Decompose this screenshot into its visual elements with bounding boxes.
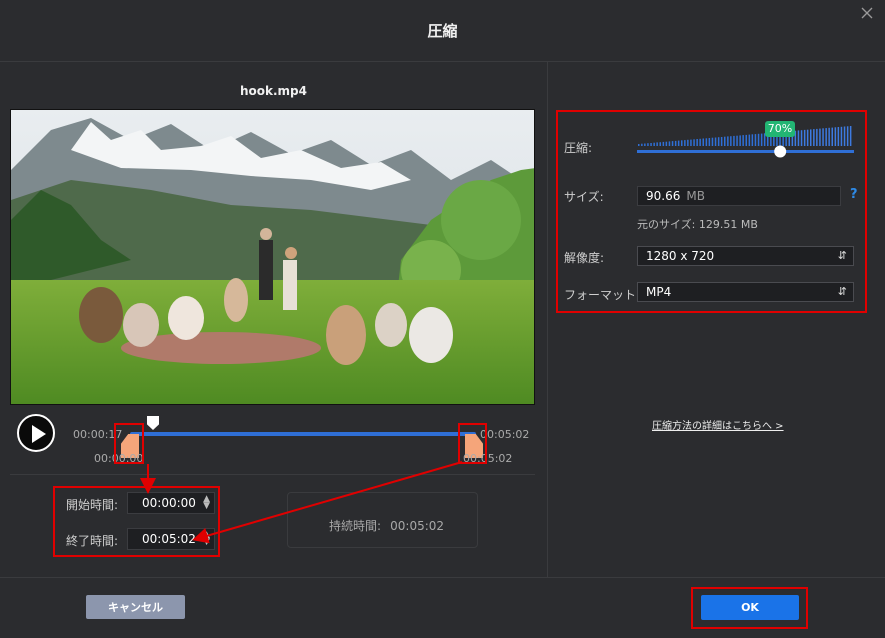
- compress-bar: [748, 134, 751, 146]
- close-icon[interactable]: [859, 5, 875, 21]
- compress-bar: [840, 126, 843, 146]
- compress-bar: [831, 127, 833, 146]
- compress-bar: [828, 127, 830, 146]
- compress-bar: [760, 133, 763, 146]
- compress-bar: [690, 139, 692, 146]
- compress-bar: [681, 140, 683, 146]
- compress-bar: [810, 129, 812, 146]
- size-unit: MB: [686, 189, 705, 203]
- compress-bar: [806, 129, 809, 146]
- compress-bar: [668, 141, 671, 146]
- compress-bar: [754, 134, 757, 146]
- compress-bar: [662, 141, 665, 146]
- compress-bar: [684, 140, 686, 146]
- compress-bar: [702, 138, 704, 146]
- compress-bar: [742, 135, 744, 146]
- compress-bar: [650, 143, 652, 146]
- compress-bar: [727, 136, 729, 146]
- compress-bar: [671, 141, 674, 146]
- compress-bar: [647, 143, 649, 146]
- help-icon[interactable]: ?: [850, 187, 858, 202]
- compress-bar: [644, 143, 646, 146]
- compress-bar: [687, 139, 689, 146]
- compress-track[interactable]: [637, 150, 854, 153]
- chevron-updown-icon: ⇵: [837, 285, 847, 298]
- compress-bar: [819, 128, 821, 146]
- compress-bar: [733, 135, 735, 146]
- compress-slider-graphic[interactable]: [637, 122, 854, 158]
- compress-bar: [803, 129, 806, 146]
- resolution-select[interactable]: 1280 x 720 ⇵: [637, 246, 854, 266]
- size-field[interactable]: 90.66 MB: [637, 186, 841, 206]
- compress-bar: [739, 135, 741, 146]
- footer-bar: キャンセル OK: [0, 577, 885, 638]
- compress-knob[interactable]: [774, 145, 787, 158]
- compress-bar: [813, 129, 815, 146]
- compress-bar: [641, 143, 643, 146]
- compress-bar: [674, 140, 677, 146]
- compress-bar: [693, 139, 695, 146]
- arrow-to-end-field: [192, 461, 463, 544]
- compress-bar: [696, 139, 698, 146]
- compress-label: 圧縮:: [564, 141, 593, 155]
- compress-bar: [736, 135, 738, 146]
- compress-bar: [837, 127, 840, 146]
- compress-bar: [699, 138, 701, 146]
- compress-bar: [797, 130, 800, 146]
- compress-bar: [757, 133, 760, 146]
- compress-bar: [751, 134, 754, 146]
- compress-bar: [745, 134, 747, 146]
- compress-bar: [653, 142, 655, 146]
- dialog-title: 圧縮: [427, 22, 458, 40]
- compress-bar: [677, 140, 680, 146]
- compress-bar: [825, 128, 827, 146]
- compress-bar: [843, 126, 846, 146]
- cancel-button[interactable]: キャンセル: [86, 595, 185, 619]
- resolution-label: 解像度:: [564, 251, 605, 265]
- annotation-arrows: [140, 461, 463, 544]
- size-label: サイズ:: [564, 190, 604, 204]
- compress-percent-badge: 70%: [765, 121, 795, 137]
- compress-bar: [638, 144, 640, 146]
- original-size: 元のサイズ: 129.51 MB: [637, 218, 758, 231]
- compress-bar: [724, 136, 726, 146]
- compress-bar: [846, 126, 849, 146]
- compress-bar: [714, 137, 717, 146]
- format-select[interactable]: MP4 ⇵: [637, 282, 854, 302]
- compress-bar: [717, 137, 720, 146]
- highlight-ok-button: [691, 587, 808, 629]
- compress-slider[interactable]: [637, 124, 854, 158]
- compress-bar: [730, 136, 732, 146]
- compress-bar: [834, 127, 837, 146]
- compress-bar: [800, 130, 803, 146]
- compress-bar: [665, 141, 668, 146]
- title-bar: 圧縮: [0, 0, 885, 62]
- compress-bar: [659, 142, 661, 146]
- format-value: MP4: [646, 285, 672, 299]
- preview-panel: hook.mp4 00:00:17 00:05:02 00:00:00 00:0…: [0, 62, 547, 577]
- compress-bar: [849, 126, 852, 146]
- size-value: 90.66: [646, 189, 681, 203]
- compress-bar: [720, 137, 723, 146]
- format-label: フォーマット:: [564, 288, 641, 302]
- compress-bar: [708, 138, 711, 146]
- compress-bar: [816, 128, 818, 146]
- compress-bar: [656, 142, 658, 146]
- chevron-updown-icon: ⇵: [837, 249, 847, 262]
- compress-bar: [822, 128, 824, 146]
- compression-details-link[interactable]: 圧縮方法の詳細はこちらへ >: [652, 417, 784, 432]
- compress-bar: [711, 137, 714, 146]
- settings-panel: 圧縮: 70% サイズ: 90.66 MB ? 元のサイズ: 129.51 MB …: [547, 62, 885, 577]
- resolution-value: 1280 x 720: [646, 249, 715, 263]
- compress-bar: [705, 138, 708, 146]
